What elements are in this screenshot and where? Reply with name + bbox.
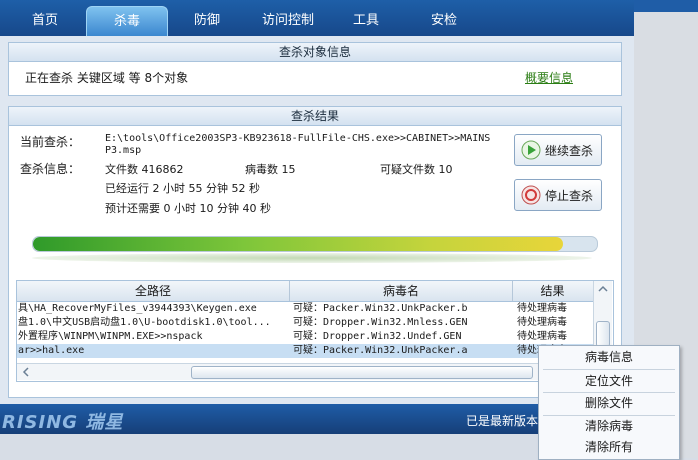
tab-home[interactable]: 首页 (10, 6, 80, 36)
row-result: 待处理病毒 (517, 331, 567, 342)
table-row[interactable]: 盘1.0\中文USB启动盘1.0\U-bootdisk1.0\tool... 可… (17, 316, 593, 330)
scroll-up-icon[interactable] (597, 284, 609, 294)
table-row[interactable]: 外置程序\WINPM\WINPM.EXE>>nspack 可疑：Dropper.… (17, 330, 593, 344)
main-tabs: 首页 杀毒 防御 访问控制 工具 安检 (0, 6, 634, 42)
elapsed-time: 已经运行 2 小时 55 分钟 52 秒 (105, 182, 260, 195)
stop-scan-button[interactable]: 停止查杀 (514, 179, 602, 211)
scan-target-status: 正在查杀 关键区域 等 8个对象 (25, 71, 189, 85)
play-icon (521, 140, 541, 160)
desktop-strip (634, 0, 698, 12)
version-status: 已是最新版本 (466, 414, 539, 428)
row-result: 待处理病毒 (517, 317, 567, 328)
current-scan-path-line2: P3.msp (105, 145, 142, 156)
column-header-virus[interactable]: 病毒名 (290, 281, 513, 301)
scan-info-label: 查杀信息： (20, 162, 81, 176)
progress-reflection (32, 253, 592, 263)
column-header-path[interactable]: 全路径 (17, 281, 290, 301)
table-row-selected[interactable]: ar>>hal.exe 可疑：Packer.Win32.UnkPacker.a … (17, 344, 593, 358)
remaining-time: 预计还需要 0 小时 10 分钟 40 秒 (105, 202, 271, 215)
menu-item-clean-virus[interactable]: 清除病毒 (539, 415, 679, 437)
target-info-panel: 查杀对象信息 正在查杀 关键区域 等 8个对象 概要信息 (8, 42, 622, 96)
result-panel-title: 查杀结果 (9, 107, 621, 126)
current-scan-label: 当前查杀： (20, 135, 81, 149)
tab-antivirus[interactable]: 杀毒 (86, 6, 168, 42)
row-virus: 可疑：Packer.Win32.UnkPacker.b (293, 303, 468, 314)
file-count: 文件数 416862 (105, 163, 184, 176)
table-row[interactable]: 具\HA_RecoverMyFiles_v3944393\Keygen.exe … (17, 302, 593, 316)
target-panel-title: 查杀对象信息 (9, 43, 621, 62)
stop-scan-label: 停止查杀 (545, 189, 594, 203)
row-virus: 可疑：Packer.Win32.UnkPacker.a (293, 345, 468, 356)
table-header: 全路径 病毒名 结果 (17, 281, 593, 302)
column-header-result[interactable]: 结果 (513, 281, 592, 301)
top-nav-bar: 首页 杀毒 防御 访问控制 工具 安检 (0, 0, 634, 42)
row-virus: 可疑：Dropper.Win32.Mnless.GEN (293, 317, 468, 328)
current-scan-path-line1: E:\tools\Office2003SP3-KB923618-FullFile… (105, 133, 491, 144)
row-path: 外置程序\WINPM\WINPM.EXE>>nspack (18, 331, 203, 342)
context-menu: 病毒信息 定位文件 删除文件 清除病毒 清除所有 (538, 345, 680, 460)
suspicious-count: 可疑文件数 10 (380, 163, 453, 176)
scroll-left-icon[interactable] (21, 367, 31, 377)
row-path: 具\HA_RecoverMyFiles_v3944393\Keygen.exe (18, 303, 257, 314)
virus-result-table: 全路径 病毒名 结果 具\HA_RecoverMyFiles_v3944393\… (16, 280, 614, 382)
horizontal-scroll-thumb[interactable] (191, 366, 533, 379)
menu-item-locate-file[interactable]: 定位文件 (539, 370, 679, 392)
rising-logo: RISING 瑞星 (2, 412, 124, 433)
horizontal-scrollbar[interactable] (17, 363, 593, 380)
row-result: 待处理病毒 (517, 303, 567, 314)
continue-scan-button[interactable]: 继续查杀 (514, 134, 602, 166)
row-path: ar>>hal.exe (18, 345, 85, 356)
continue-scan-label: 继续查杀 (545, 144, 594, 158)
scan-progress-fill (33, 237, 564, 251)
virus-count: 病毒数 15 (245, 163, 296, 176)
stop-icon (521, 185, 541, 205)
menu-item-clean-all[interactable]: 清除所有 (539, 436, 679, 458)
summary-info-link[interactable]: 概要信息 (525, 69, 573, 86)
tab-access-control[interactable]: 访问控制 (248, 6, 328, 36)
menu-item-virus-info[interactable]: 病毒信息 (539, 346, 679, 368)
tab-defense[interactable]: 防御 (172, 6, 242, 36)
tab-security-check[interactable]: 安检 (404, 6, 484, 36)
menu-item-delete-file[interactable]: 删除文件 (539, 392, 679, 414)
scan-progress-bar (32, 236, 598, 252)
tab-tools[interactable]: 工具 (334, 6, 398, 36)
vertical-scroll-thumb[interactable] (596, 321, 610, 347)
row-path: 盘1.0\中文USB启动盘1.0\U-bootdisk1.0\tool... (18, 317, 271, 328)
row-virus: 可疑：Dropper.Win32.Undef.GEN (293, 331, 462, 342)
